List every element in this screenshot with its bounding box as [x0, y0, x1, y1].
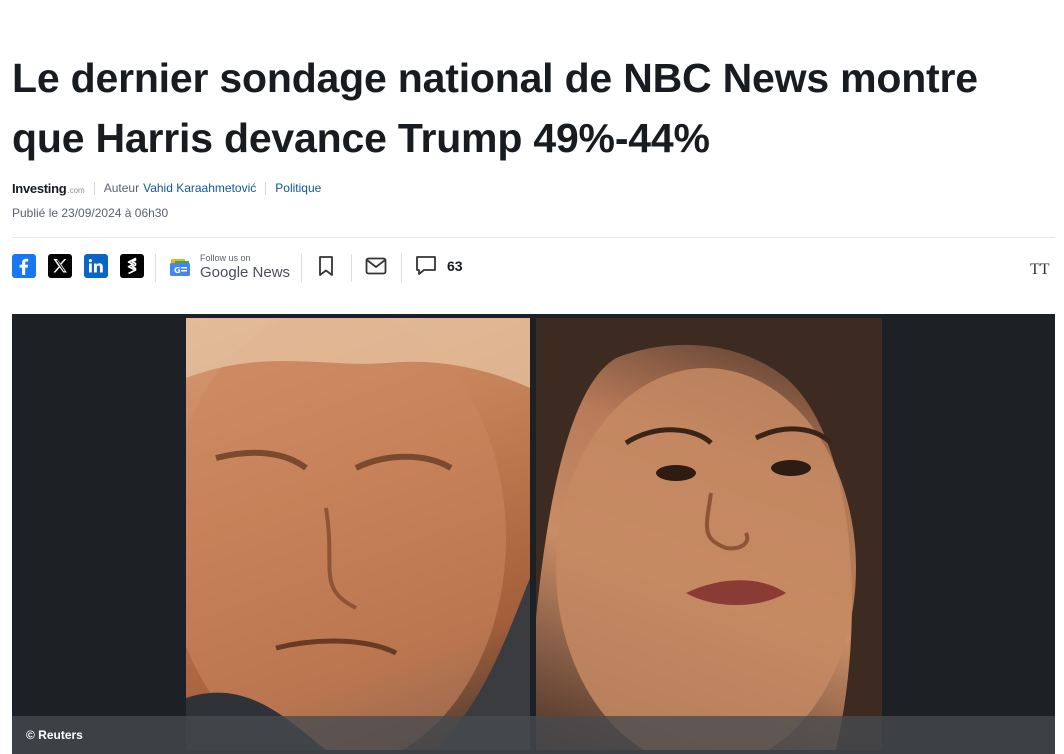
meta-divider — [265, 181, 267, 195]
meta-divider — [93, 181, 95, 195]
header-divider — [12, 237, 1055, 238]
share-toolbar: G Follow us on Google News 63 TT — [12, 253, 1058, 282]
comments-button[interactable] — [414, 254, 438, 278]
linkedin-icon — [88, 259, 103, 273]
article-image: © Reuters — [12, 314, 1055, 754]
category-link[interactable]: Politique — [275, 181, 321, 195]
stocktwits-icon — [127, 257, 137, 275]
bookmark-button[interactable] — [314, 254, 338, 278]
mail-icon — [365, 257, 387, 275]
article-headline: Le dernier sondage national de NBC News … — [12, 55, 978, 161]
facebook-share-button[interactable] — [12, 254, 36, 278]
x-twitter-icon — [53, 259, 67, 273]
image-credit-bar: © Reuters — [12, 716, 1055, 754]
stocktwits-share-button[interactable] — [120, 254, 144, 278]
author-link[interactable]: Vahid Karaahmetović — [143, 181, 256, 195]
article-meta: Investing.com Auteur Vahid Karaahmetović… — [12, 180, 321, 196]
font-size-button[interactable]: TT — [1030, 255, 1058, 279]
source-brand-suffix: .com — [67, 185, 85, 195]
harris-photo — [536, 318, 882, 750]
toolbar-divider — [351, 254, 352, 282]
toolbar-divider — [155, 254, 156, 282]
linkedin-share-button[interactable] — [84, 254, 108, 278]
published-date: Publié le 23/09/2024 à 06h30 — [12, 206, 169, 220]
trump-photo — [186, 318, 530, 750]
bookmark-icon — [319, 256, 333, 276]
toolbar-divider — [401, 254, 402, 282]
comment-icon — [416, 256, 436, 275]
email-share-button[interactable] — [364, 254, 388, 278]
svg-text:G: G — [174, 266, 181, 275]
source-logo[interactable]: Investing.com — [12, 181, 85, 196]
x-share-button[interactable] — [48, 254, 72, 278]
google-news-small-label: Follow us on — [200, 253, 251, 263]
google-news-icon: G — [170, 259, 190, 276]
facebook-icon — [19, 258, 29, 275]
google-news-follow-button[interactable]: G Follow us on Google News — [168, 253, 290, 281]
source-brand: Investing — [12, 180, 67, 196]
image-credit: © Reuters — [26, 728, 83, 742]
author-label: Auteur — [103, 181, 140, 195]
font-size-icon: TT — [1030, 261, 1050, 278]
google-news-label: Google News — [200, 264, 291, 281]
comment-count[interactable]: 63 — [447, 258, 463, 274]
toolbar-divider — [301, 254, 302, 282]
